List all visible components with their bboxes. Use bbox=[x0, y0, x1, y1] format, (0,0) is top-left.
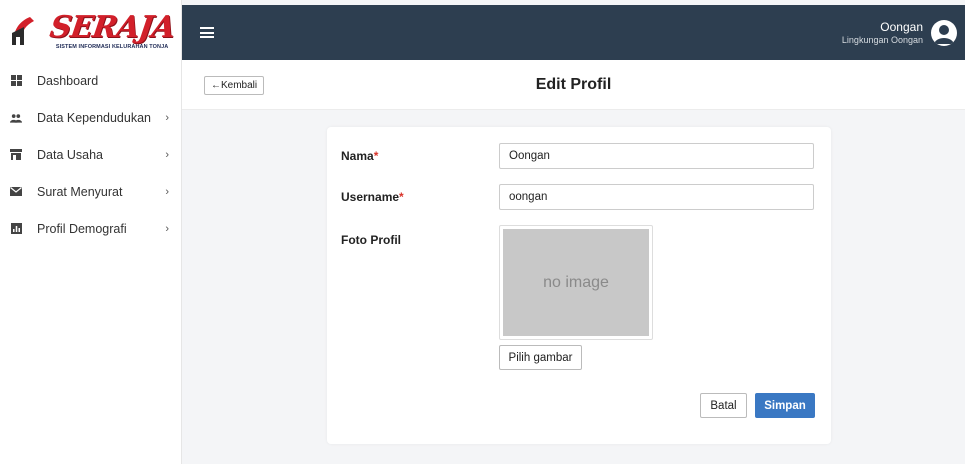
user-role: Lingkungan Oongan bbox=[841, 35, 923, 45]
sidebar-item-surat-menyurat[interactable]: Surat Menyurat › bbox=[0, 173, 181, 210]
nama-input[interactable] bbox=[499, 143, 814, 169]
username-input[interactable] bbox=[499, 184, 814, 210]
logo-emblem-icon bbox=[8, 15, 40, 47]
sidebar-item-label: Surat Menyurat bbox=[37, 184, 123, 199]
user-menu[interactable]: Oongan Lingkungan Oongan bbox=[841, 19, 957, 46]
chevron-right-icon: › bbox=[165, 222, 169, 235]
username-label: Username* bbox=[341, 190, 404, 204]
logo[interactable]: SERAJA SISTEM INFORMASI KELURAHAN TONJA bbox=[0, 0, 181, 62]
chart-icon bbox=[10, 223, 22, 235]
sidebar: SERAJA SISTEM INFORMASI KELURAHAN TONJA … bbox=[0, 0, 182, 464]
sidebar-item-label: Data Usaha bbox=[37, 147, 104, 162]
required-mark: * bbox=[399, 190, 404, 204]
store-icon bbox=[10, 149, 22, 161]
sidebar-nav: Dashboard Data Kependudukan › Data Usaha… bbox=[0, 62, 181, 247]
chevron-right-icon: › bbox=[165, 111, 169, 124]
chevron-right-icon: › bbox=[165, 148, 169, 161]
sidebar-item-dashboard[interactable]: Dashboard bbox=[0, 62, 181, 99]
photo-preview: no image bbox=[499, 225, 653, 340]
photo-placeholder: no image bbox=[503, 229, 649, 336]
foto-profil-label: Foto Profil bbox=[341, 233, 401, 247]
choose-image-button[interactable]: Pilih gambar bbox=[499, 345, 582, 370]
required-mark: * bbox=[373, 149, 379, 163]
sidebar-item-profil-demografi[interactable]: Profil Demografi › bbox=[0, 210, 181, 247]
hamburger-menu-icon[interactable] bbox=[200, 27, 214, 38]
user-name: Oongan bbox=[880, 20, 923, 34]
avatar[interactable] bbox=[931, 19, 957, 46]
sidebar-item-label: Data Kependudukan bbox=[37, 110, 151, 125]
sidebar-item-data-kependudukan[interactable]: Data Kependudukan › bbox=[0, 99, 181, 136]
edit-profile-form: Nama* Username* Foto Profil no image Pil… bbox=[327, 127, 831, 444]
sidebar-item-label: Dashboard bbox=[37, 73, 99, 88]
people-icon bbox=[10, 112, 22, 124]
sidebar-item-label: Profil Demografi bbox=[37, 221, 127, 236]
chevron-right-icon: › bbox=[165, 185, 169, 198]
topbar: Oongan Lingkungan Oongan bbox=[182, 5, 965, 60]
dashboard-icon bbox=[10, 75, 22, 87]
cancel-button[interactable]: Batal bbox=[700, 393, 747, 418]
page-title: Edit Profil bbox=[535, 76, 612, 93]
sidebar-item-data-usaha[interactable]: Data Usaha › bbox=[0, 136, 181, 173]
nama-label: Nama* bbox=[341, 149, 379, 163]
mail-icon bbox=[10, 186, 22, 198]
page-header: ← Kembali Edit Profil bbox=[182, 60, 965, 110]
save-button[interactable]: Simpan bbox=[755, 393, 815, 418]
logo-wordmark: SERAJA bbox=[47, 9, 177, 45]
